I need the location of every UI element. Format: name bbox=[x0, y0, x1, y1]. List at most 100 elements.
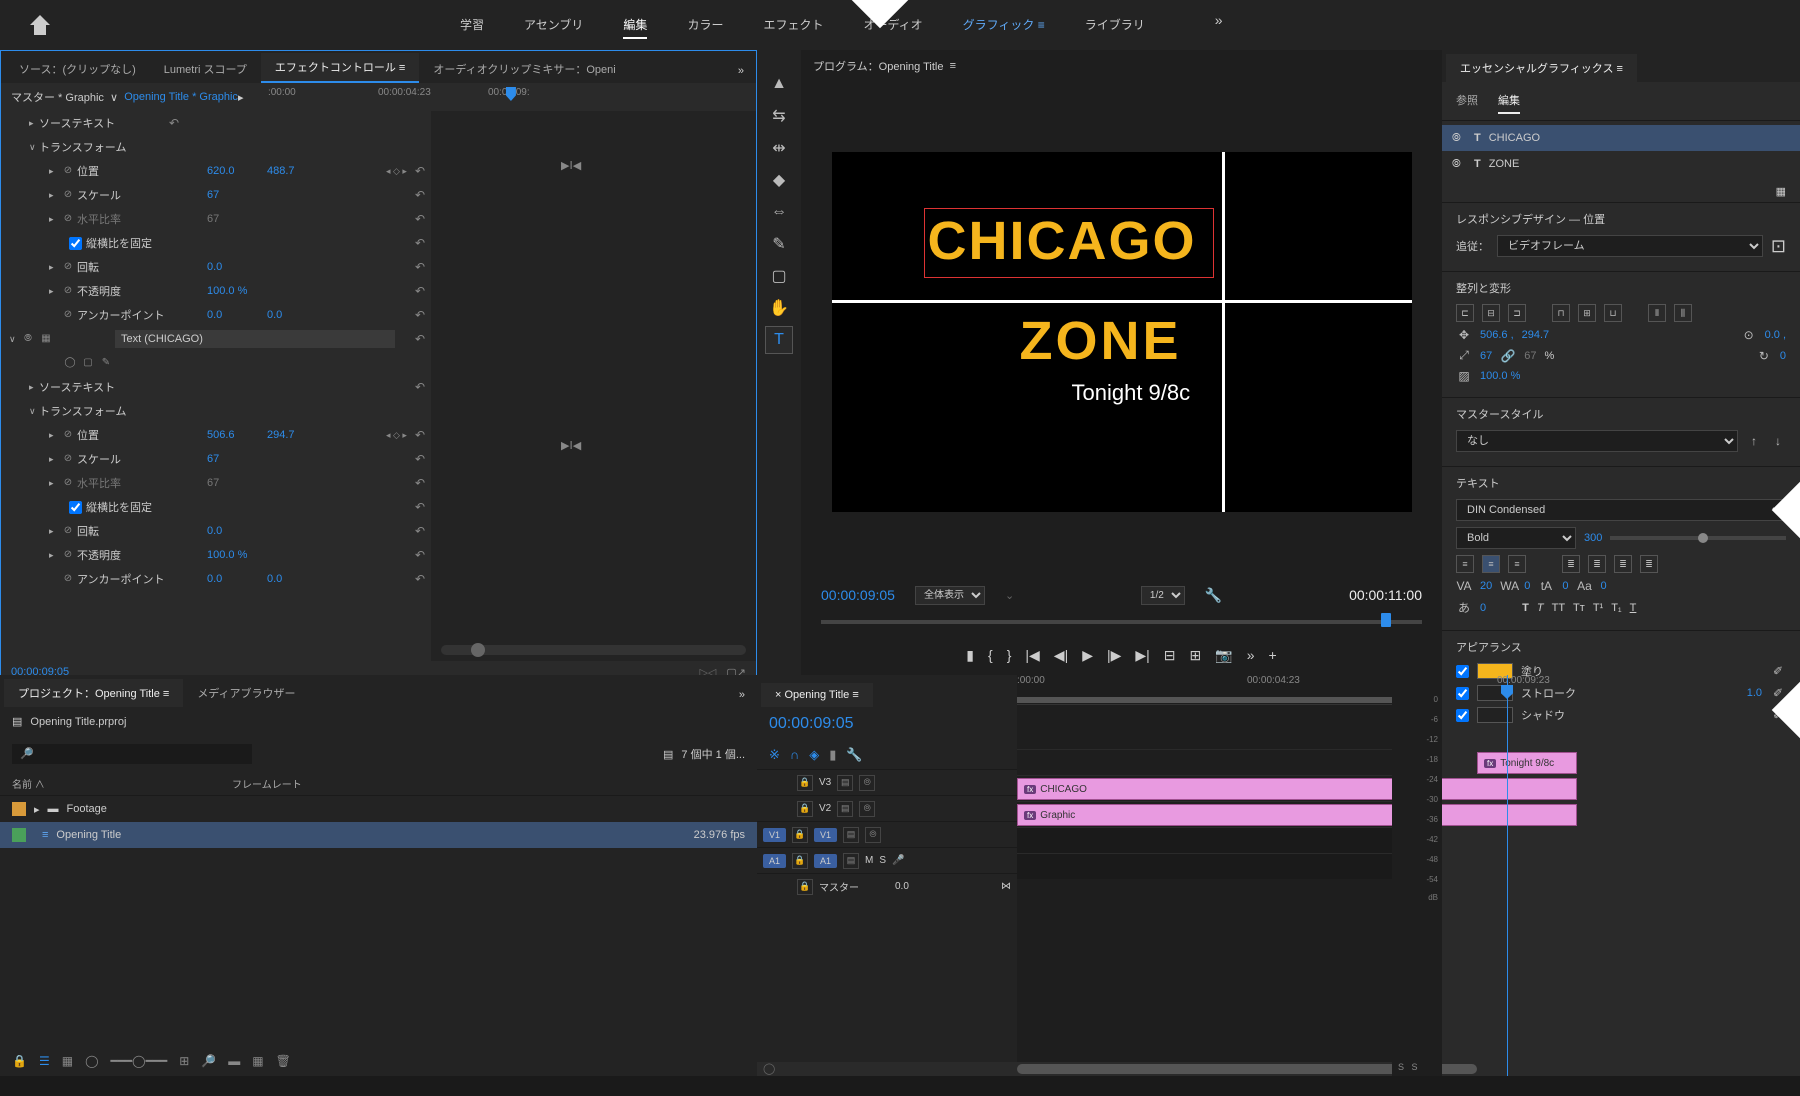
ws-color[interactable]: カラー bbox=[687, 12, 723, 39]
find-icon[interactable]: 🔎 bbox=[201, 1054, 216, 1068]
sync-lock-icon[interactable]: ▤ bbox=[837, 775, 853, 791]
tab-timeline[interactable]: × Opening Title ≡ bbox=[761, 683, 873, 707]
tab-lumetri[interactable]: Lumetri スコープ bbox=[150, 55, 261, 83]
ws-library[interactable]: ライブラリ bbox=[1085, 12, 1145, 39]
eg-panel-tab[interactable]: エッセンシャルグラフィックス ≡ bbox=[1446, 54, 1637, 82]
track-master[interactable] bbox=[1017, 853, 1392, 879]
resolution-select[interactable]: 1/2 bbox=[1141, 586, 1185, 605]
track-v3[interactable]: fxTonight 9/8c bbox=[1017, 749, 1392, 775]
smallcaps-icon[interactable]: Tᴛ bbox=[1573, 602, 1585, 614]
extract-icon[interactable]: ⊞ bbox=[1190, 647, 1202, 664]
pen-mask-icon[interactable]: ✎ bbox=[100, 357, 112, 369]
program-current-time[interactable]: 00:00:09:05 bbox=[821, 587, 895, 603]
stopwatch-icon[interactable]: ⊘ bbox=[62, 165, 74, 177]
master-style-select[interactable]: なし bbox=[1456, 430, 1738, 452]
pull-style-icon[interactable]: ↓ bbox=[1770, 434, 1786, 448]
pin-to-select[interactable]: ビデオフレーム bbox=[1497, 235, 1763, 257]
target-v1[interactable]: V1 bbox=[814, 828, 837, 842]
mark-out-icon[interactable]: } bbox=[1007, 647, 1012, 663]
rect-mask-icon[interactable]: ▢ bbox=[82, 357, 94, 369]
underline-icon[interactable]: T bbox=[1630, 602, 1637, 614]
lock-icon[interactable]: 🔒 bbox=[12, 1054, 27, 1068]
tab-audio-mixer[interactable]: オーディオクリップミキサー：Openi bbox=[419, 55, 629, 83]
clip-graphic[interactable]: fxGraphic bbox=[1017, 804, 1577, 826]
tab-source[interactable]: ソース：(クリップなし) bbox=[5, 55, 150, 83]
shadow-checkbox[interactable] bbox=[1456, 709, 1469, 722]
eyedropper-icon[interactable]: ✐ bbox=[1770, 664, 1786, 678]
align-hcenter-icon[interactable]: ⊟ bbox=[1482, 304, 1500, 322]
link-icon[interactable]: 🔗 bbox=[1500, 349, 1516, 363]
ec-playhead[interactable] bbox=[506, 87, 516, 101]
text-justify-icon[interactable]: ≣ bbox=[1562, 555, 1580, 573]
lock-aspect-checkbox[interactable] bbox=[69, 237, 82, 250]
project-item-footage[interactable]: ▸▬ Footage bbox=[0, 796, 757, 822]
wrench-icon[interactable]: 🔧 bbox=[1205, 587, 1222, 604]
add-button-icon[interactable]: + bbox=[1269, 647, 1277, 663]
align-vcenter-icon[interactable]: ⊞ bbox=[1578, 304, 1596, 322]
font-family-select[interactable]: DIN Condensed bbox=[1456, 499, 1786, 521]
filter-icon[interactable]: ▤ bbox=[663, 748, 673, 761]
timeline-playhead[interactable] bbox=[1507, 675, 1508, 1076]
clip-tonight[interactable]: fxTonight 9/8c bbox=[1477, 752, 1577, 774]
pen-tool-icon[interactable]: ✎ bbox=[765, 230, 793, 258]
marker-icon[interactable]: ▮ bbox=[829, 747, 836, 763]
track-head-a1[interactable]: A1🔒A1 ▤MS🎤 bbox=[757, 847, 1017, 873]
voice-over-icon[interactable]: 🎤 bbox=[892, 855, 904, 866]
text-align-center-icon[interactable]: ≡ bbox=[1482, 555, 1500, 573]
preview-text-chicago[interactable]: CHICAGO bbox=[928, 210, 1197, 272]
track-head-master[interactable]: 🔒マスター 0.0 ⋈ bbox=[757, 873, 1017, 899]
snap-icon[interactable]: ※ bbox=[769, 747, 780, 763]
ws-graphics[interactable]: グラフィック ≡ bbox=[963, 12, 1045, 39]
preview-text-zone[interactable]: ZONE bbox=[1020, 310, 1182, 372]
track-v2[interactable]: fxCHICAGO bbox=[1017, 775, 1392, 801]
icon-view-icon[interactable]: ▦ bbox=[62, 1054, 73, 1068]
clip-chicago[interactable]: fxCHICAGO bbox=[1017, 778, 1577, 800]
align-right-icon[interactable]: ⊐ bbox=[1508, 304, 1526, 322]
preview-canvas[interactable]: CHICAGO ZONE Tonight 9/8c bbox=[832, 152, 1412, 512]
add-marker-icon[interactable]: ▮ bbox=[966, 647, 974, 664]
faux-italic-icon[interactable]: T bbox=[1537, 602, 1544, 614]
ws-effects[interactable]: エフェクト bbox=[763, 12, 823, 39]
new-bin-icon[interactable]: ▬ bbox=[228, 1054, 240, 1068]
superscript-icon[interactable]: T¹ bbox=[1593, 602, 1603, 614]
subscript-icon[interactable]: T₁ bbox=[1611, 602, 1621, 614]
controls-more-icon[interactable]: » bbox=[1247, 647, 1255, 663]
eye-icon[interactable]: ⦾ bbox=[22, 333, 34, 345]
home-icon[interactable] bbox=[30, 15, 50, 35]
razor-tool-icon[interactable]: ◆ bbox=[765, 166, 793, 194]
faux-bold-icon[interactable]: T bbox=[1522, 602, 1529, 614]
distribute-h-icon[interactable]: ⫴ bbox=[1648, 304, 1666, 322]
project-item-sequence[interactable]: ≡ Opening Title 23.976 fps bbox=[0, 822, 757, 848]
export-frame-icon[interactable]: 📷 bbox=[1215, 647, 1232, 664]
font-size[interactable]: 300 bbox=[1584, 532, 1602, 544]
go-to-in-icon[interactable]: |◀ bbox=[1025, 647, 1039, 664]
track-head-v2[interactable]: 🔒V2 ▤⦾ bbox=[757, 795, 1017, 821]
eye-icon[interactable]: ⦾ bbox=[859, 775, 875, 791]
program-scrubber[interactable] bbox=[821, 613, 1422, 631]
magnet-icon[interactable]: ∩ bbox=[790, 747, 799, 763]
tab-project[interactable]: プロジェクト：Opening Title ≡ bbox=[4, 679, 183, 707]
new-item-icon[interactable]: ▦ bbox=[252, 1054, 263, 1068]
fill-checkbox[interactable] bbox=[1456, 665, 1469, 678]
push-style-icon[interactable]: ↑ bbox=[1746, 434, 1762, 448]
align-top-icon[interactable]: ⊓ bbox=[1552, 304, 1570, 322]
slip-tool-icon[interactable]: ⇔ bbox=[765, 198, 793, 226]
track-select-tool-icon[interactable]: ⇆ bbox=[765, 102, 793, 130]
selection-tool-icon[interactable]: ▲ bbox=[765, 70, 793, 98]
rectangle-tool-icon[interactable]: ▢ bbox=[765, 262, 793, 290]
align-bottom-icon[interactable]: ⊔ bbox=[1604, 304, 1622, 322]
text-align-left-icon[interactable]: ≡ bbox=[1456, 555, 1474, 573]
track-a1[interactable] bbox=[1017, 827, 1392, 853]
new-layer-icon[interactable]: ▦ bbox=[1776, 186, 1786, 198]
eg-tab-edit[interactable]: 編集 bbox=[1498, 88, 1520, 114]
eye-icon[interactable]: ⦾ bbox=[1452, 132, 1466, 145]
track-head-v3[interactable]: 🔒V3 ▤⦾ bbox=[757, 769, 1017, 795]
source-v1[interactable]: V1 bbox=[763, 828, 786, 842]
ec-sequence-link[interactable]: Opening Title * Graphic bbox=[124, 91, 238, 103]
ws-overflow-icon[interactable]: » bbox=[1215, 12, 1223, 39]
play-icon[interactable]: ▶ bbox=[1082, 647, 1093, 664]
timeline-zoom[interactable] bbox=[1017, 1062, 1392, 1076]
tabs-more-icon[interactable]: » bbox=[730, 59, 752, 83]
preview-text-tonight[interactable]: Tonight 9/8c bbox=[1072, 380, 1191, 406]
zoom-select[interactable]: 全体表示 bbox=[915, 586, 985, 605]
